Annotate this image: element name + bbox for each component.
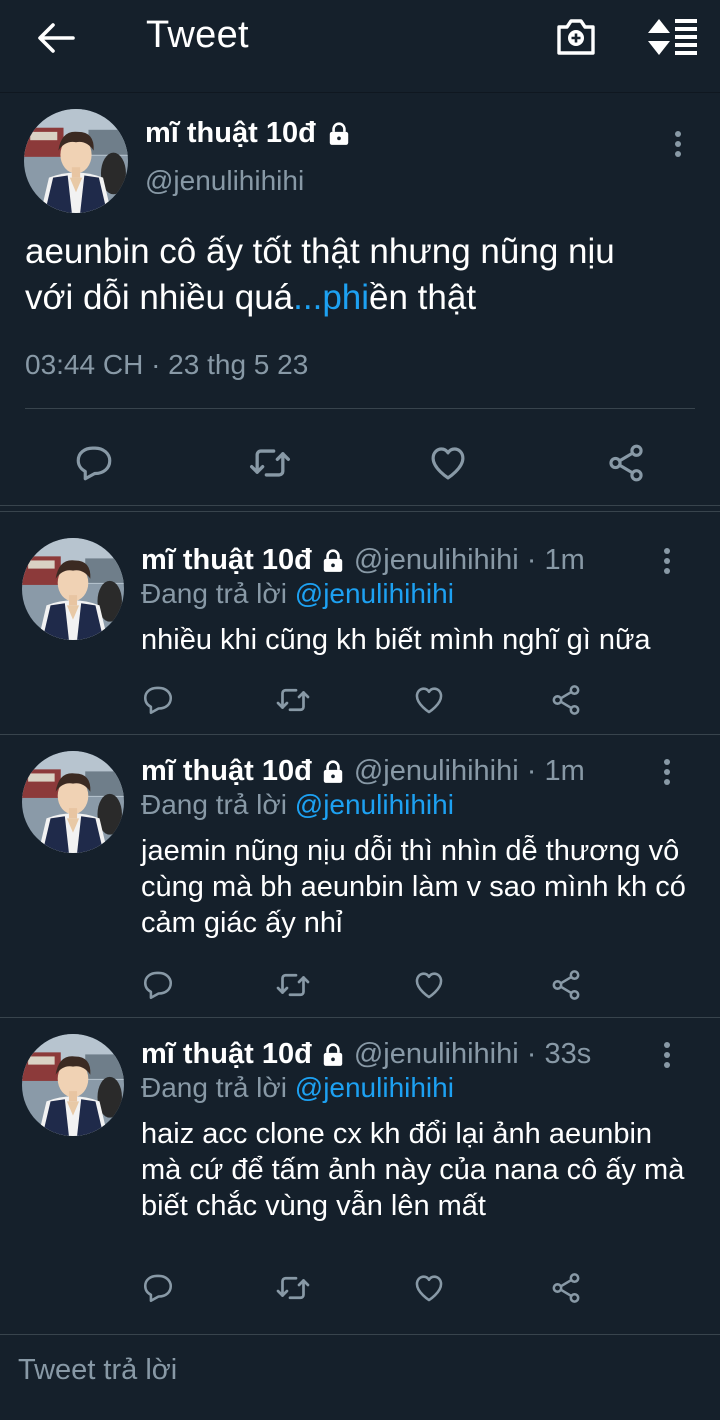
share-button[interactable]: [604, 441, 648, 485]
more-vertical-icon: [656, 757, 678, 787]
retweet-button[interactable]: [248, 441, 292, 485]
author-name[interactable]: mĩ thuật 10đ: [141, 544, 312, 577]
author-name-row[interactable]: mĩ thuật 10đ: [145, 117, 352, 150]
tweet-text-part: với dỗi nhiều quá: [25, 278, 294, 317]
like-icon: [412, 1271, 446, 1305]
retweet-icon: [275, 967, 311, 1003]
more-options-button[interactable]: [656, 757, 678, 787]
tweet-text-line-2: với dỗi nhiều quá...phiền thật: [25, 275, 705, 321]
retweet-button[interactable]: [275, 967, 311, 1003]
tweet-text-line-1: aeunbin cô ấy tốt thật nhưng nũng nịu: [25, 232, 615, 271]
author-name[interactable]: mĩ thuật 10đ: [141, 755, 312, 788]
lock-icon: [320, 1042, 346, 1068]
like-button[interactable]: [426, 441, 470, 485]
reply-button[interactable]: [140, 682, 176, 718]
show-more-link[interactable]: ...phi: [293, 278, 369, 317]
share-button[interactable]: [548, 1270, 584, 1306]
replying-label: Đang trả lời: [141, 578, 295, 609]
author-handle-time: @jenulihihihi · 1m: [353, 755, 585, 787]
reply-text: jaemin nũng nịu dỗi thì nhìn dễ thương v…: [141, 835, 686, 939]
reply-text: nhiều khi cũng kh biết mình nghĩ gì nữa: [141, 624, 651, 656]
like-button[interactable]: [411, 1270, 447, 1306]
lock-icon: [320, 548, 346, 574]
sort-list-icon: [648, 19, 697, 55]
share-icon: [549, 968, 583, 1002]
reply-tweet[interactable]: mĩ thuật 10đ @jenulihihihi · 1m Đang trả…: [0, 512, 720, 735]
author-handle[interactable]: @jenulihihihi: [145, 165, 304, 197]
like-button[interactable]: [411, 682, 447, 718]
share-button[interactable]: [548, 967, 584, 1003]
replying-to: Đang trả lời @jenulihihihi: [141, 1072, 454, 1104]
more-options-button[interactable]: [656, 1040, 678, 1070]
avatar[interactable]: [24, 109, 128, 213]
back-button[interactable]: [34, 18, 78, 58]
reply-icon: [141, 683, 175, 717]
reply-button[interactable]: [140, 1270, 176, 1306]
replying-to-link[interactable]: @jenulihihihi: [295, 789, 454, 820]
reply-composer[interactable]: Tweet trả lời: [0, 1326, 720, 1420]
share-button[interactable]: [548, 682, 584, 718]
divider: [25, 408, 695, 409]
retweet-button[interactable]: [275, 682, 311, 718]
author-name[interactable]: mĩ thuật 10đ: [141, 1038, 312, 1071]
camera-plus-icon: [557, 19, 595, 55]
page-title: Tweet: [146, 14, 249, 56]
reply-icon: [141, 1271, 175, 1305]
top-app-bar: Tweet: [0, 0, 720, 93]
replying-to: Đang trả lời @jenulihihihi: [141, 789, 454, 821]
more-options-button[interactable]: [656, 546, 678, 576]
more-vertical-icon: [656, 546, 678, 576]
reply-icon: [141, 968, 175, 1002]
reply-button[interactable]: [72, 441, 116, 485]
lock-icon: [326, 121, 352, 147]
retweet-button[interactable]: [275, 1270, 311, 1306]
reply-button[interactable]: [140, 967, 176, 1003]
replying-to: Đang trả lời @jenulihihihi: [141, 578, 454, 610]
avatar[interactable]: [22, 538, 124, 640]
tweet-text: aeunbin cô ấy tốt thật nhưng nũng nịu vớ…: [25, 229, 705, 321]
share-icon: [549, 1271, 583, 1305]
reply-input[interactable]: Tweet trả lời: [18, 1354, 177, 1387]
avatar[interactable]: [22, 1034, 124, 1136]
more-vertical-icon: [664, 129, 692, 159]
like-button[interactable]: [411, 967, 447, 1003]
author-name: mĩ thuật 10đ: [145, 117, 316, 149]
tweet-text-part: ền thật: [369, 278, 477, 317]
reply-header: mĩ thuật 10đ @jenulihihihi · 1m: [141, 755, 585, 788]
back-arrow-icon: [38, 23, 75, 53]
author-handle-time: @jenulihihihi · 1m: [353, 544, 585, 576]
more-options-button[interactable]: [664, 129, 692, 159]
like-icon: [412, 968, 446, 1002]
replying-label: Đang trả lời: [141, 1072, 295, 1103]
share-icon: [605, 442, 647, 484]
replying-to-link[interactable]: @jenulihihihi: [295, 578, 454, 609]
share-icon: [549, 683, 583, 717]
reply-header: mĩ thuật 10đ @jenulihihihi · 33s: [141, 1038, 591, 1071]
avatar[interactable]: [22, 751, 124, 853]
add-photo-button[interactable]: [553, 14, 599, 60]
retweet-icon: [275, 1270, 311, 1306]
sort-replies-button[interactable]: [644, 14, 700, 60]
reply-tweet[interactable]: mĩ thuật 10đ @jenulihihihi · 33s Đang tr…: [0, 1018, 720, 1335]
tweet-timestamp: 03:44 CH · 23 thg 5 23: [25, 349, 309, 380]
replying-label: Đang trả lời: [141, 789, 295, 820]
like-icon: [412, 683, 446, 717]
retweet-icon: [275, 682, 311, 718]
reply-icon: [73, 442, 115, 484]
more-vertical-icon: [656, 1040, 678, 1070]
main-tweet-actions: [0, 415, 720, 512]
author-handle-time: @jenulihihihi · 33s: [353, 1038, 592, 1070]
reply-text: haiz acc clone cx kh đổi lại ảnh aeunbin…: [141, 1118, 685, 1222]
reply-tweet[interactable]: mĩ thuật 10đ @jenulihihihi · 1m Đang trả…: [0, 735, 720, 1018]
retweet-icon: [248, 441, 292, 485]
lock-icon: [320, 759, 346, 785]
reply-header: mĩ thuật 10đ @jenulihihihi · 1m: [141, 544, 585, 577]
replying-to-link[interactable]: @jenulihihihi: [295, 1072, 454, 1103]
like-icon: [427, 442, 469, 484]
